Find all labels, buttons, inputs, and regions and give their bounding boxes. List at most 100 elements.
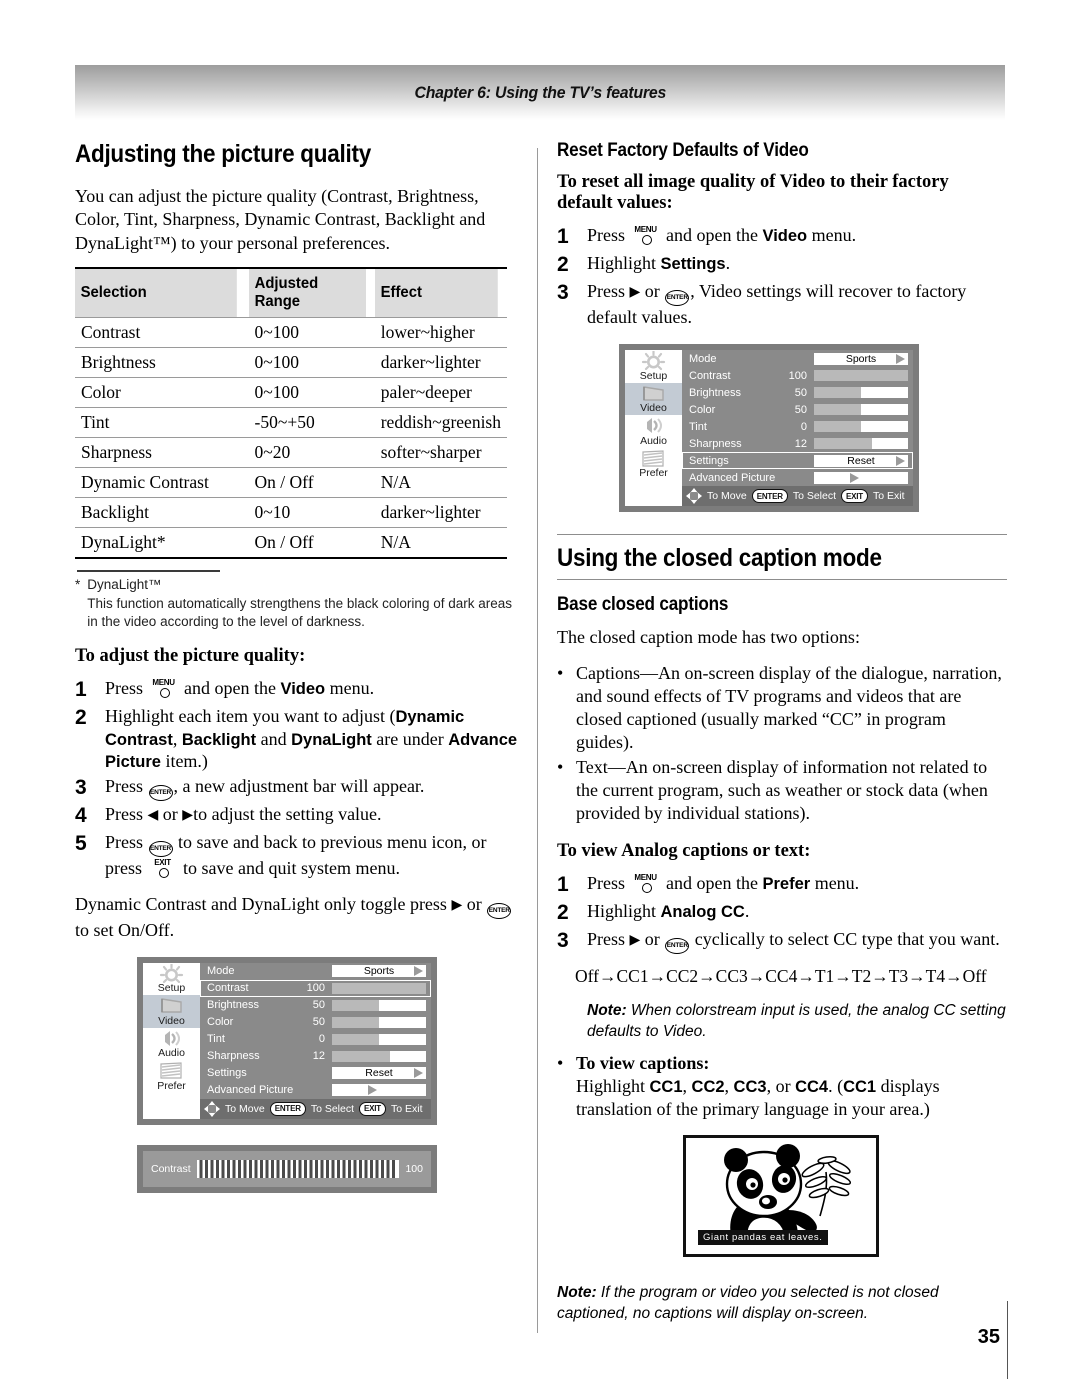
step-3: 3 Press ENTER, a new adjustment bar will… [75, 775, 520, 801]
section-rule-bottom [557, 579, 1007, 581]
osd-combo-text: Reset [365, 1067, 393, 1079]
contrast-bar-ticks[interactable] [196, 1159, 400, 1178]
osd-row-advanced-picture[interactable]: Advanced Picture [682, 469, 913, 486]
step-text: Press ▶ or ENTER cyclically to select CC… [587, 928, 1007, 955]
cell-effect: N/A [374, 467, 507, 499]
step-1: 1 Press MENU and open the Video menu. [75, 677, 520, 703]
column-divider [537, 148, 538, 1333]
osd-slider[interactable] [814, 421, 908, 433]
step-text-lead: Press [105, 775, 148, 796]
osd-slider[interactable] [332, 982, 426, 994]
osd-slider[interactable] [814, 387, 908, 399]
osd-slider[interactable] [814, 370, 908, 382]
column-header-range: Adjusted Range [248, 267, 366, 319]
osd-slider[interactable] [332, 1016, 426, 1028]
step-text-tail: to adjust the setting value. [193, 803, 382, 824]
osd-slider[interactable] [814, 404, 908, 416]
step-conj: or [640, 281, 665, 302]
step-number: 4 [75, 803, 87, 827]
cell-range: 0~20 [248, 437, 375, 469]
note-not-captioned: Note: If the program or video you select… [557, 1283, 1007, 1324]
osd-menu-settings[interactable]: Setup Video Audio Prefer Mode Sports Con… [619, 344, 919, 513]
sidebar-item-label: Prefer [157, 1079, 186, 1092]
osd-row-contrast[interactable]: Contrast 100 [200, 979, 431, 997]
osd-row-mode[interactable]: Mode Sports [682, 350, 913, 367]
osd-row-mode[interactable]: Mode Sports [200, 963, 431, 980]
osd-slider[interactable] [332, 999, 426, 1011]
step-number: 3 [557, 281, 569, 305]
bullet-icon: • [557, 756, 564, 777]
note-colorstream: Note: When colorstream input is used, th… [587, 1001, 1007, 1042]
contrast-adjust-widget[interactable]: Contrast 100 [137, 1144, 437, 1193]
sidebar-item-video[interactable]: Video [625, 382, 682, 416]
osd-slider[interactable] [332, 1033, 426, 1045]
osd-slider[interactable] [332, 1050, 426, 1062]
table-row: DynaLight* On / Off N/A [75, 527, 507, 560]
sidebar-item-audio[interactable]: Audio [625, 415, 682, 448]
osd-row-settings[interactable]: Settings Reset [200, 1065, 431, 1082]
step-conj: or [158, 803, 183, 824]
sidebar-item-setup[interactable]: Setup [143, 962, 200, 996]
step-number: 2 [557, 901, 569, 925]
cell-effect: softer~sharper [374, 437, 507, 469]
osd-footer-exit: To Exit [873, 490, 905, 503]
cell-selection: Sharpness [75, 437, 249, 469]
step-2: 2 Highlight Analog CC. [557, 900, 1007, 926]
osd-combo[interactable] [814, 471, 908, 484]
step-text-lead: Press [105, 678, 148, 699]
cell-effect: darker~lighter [374, 347, 507, 379]
step-text-lead: Press [587, 929, 630, 950]
contrast-adjust-bar[interactable]: Contrast 100 [143, 1150, 431, 1187]
step-text-tail: cyclically to select CC type that you wa… [690, 929, 1000, 950]
sidebar-item-label: Video [640, 402, 667, 415]
osd-combo[interactable]: Sports [332, 965, 426, 977]
cc-lead: The closed caption mode has two options: [557, 627, 860, 648]
osd-row-value: 12 [794, 437, 807, 450]
sidebar-item-label: Prefer [639, 467, 668, 480]
adjust-steps: 1 Press MENU and open the Video menu. 2 … [75, 677, 520, 879]
dpad-icon [204, 1100, 220, 1117]
sidebar-item-video[interactable]: Video [143, 995, 200, 1028]
note-text: If the program or video you selected is … [557, 1284, 939, 1322]
osd-row-settings[interactable]: Settings Reset [682, 452, 913, 470]
osd-footer-select: To Select [310, 1102, 355, 1115]
osd-row-sharpness[interactable]: Sharpness 12 [682, 435, 913, 452]
column-header-effect: Effect [374, 267, 498, 319]
osd-row-color[interactable]: Color 50 [682, 401, 913, 418]
osd-combo[interactable] [332, 1084, 426, 1096]
view-captions-mid: . ( [828, 1076, 844, 1097]
sun-icon [143, 962, 200, 983]
step-text: Press MENU and open the Video menu. [587, 224, 1007, 246]
cell-selection: Backlight [75, 497, 249, 529]
osd-combo[interactable]: Reset [814, 454, 908, 467]
osd-combo[interactable]: Sports [814, 352, 908, 365]
osd-menu-video[interactable]: Setup Video Audio Prefer Mode Sports Con… [137, 956, 437, 1125]
step-emphasis: Prefer [762, 874, 811, 893]
osd-row-label: Advanced Picture [689, 471, 776, 484]
step-emphasis: Settings [660, 255, 726, 274]
osd-row-tint[interactable]: Tint 0 [200, 1031, 431, 1048]
cell-effect: paler~deeper [374, 377, 507, 409]
sidebar-item-prefer[interactable]: Prefer [625, 448, 682, 481]
bullet-text: Text—An on-screen display of information… [576, 756, 988, 823]
left-arrow-icon: ◀ [147, 807, 159, 823]
cell-selection: Dynamic Contrast [75, 467, 249, 499]
chevron-right-icon [414, 966, 423, 976]
osd-row-tint[interactable]: Tint 0 [682, 418, 913, 435]
osd-row-value: 50 [312, 999, 325, 1011]
sidebar-item-audio[interactable]: Audio [143, 1028, 200, 1061]
osd-combo[interactable]: Reset [332, 1067, 426, 1079]
osd-row-advanced-picture[interactable]: Advanced Picture [200, 1082, 431, 1099]
sidebar-item-setup[interactable]: Setup [625, 350, 682, 383]
osd-slider[interactable] [814, 438, 908, 450]
step-text-tail: menu. [325, 678, 375, 699]
step-text: Press ▶ or ENTER, Video settings will re… [587, 280, 1007, 328]
osd-row-brightness[interactable]: Brightness 50 [682, 384, 913, 401]
sidebar-item-prefer[interactable]: Prefer [143, 1060, 200, 1093]
osd-row-sharpness[interactable]: Sharpness 12 [200, 1048, 431, 1065]
osd-row-brightness[interactable]: Brightness 50 [200, 997, 431, 1014]
footnote-text: This function automatically strengthens … [87, 595, 512, 630]
table-body: Contrast 0~100 lower~higher Brightness 0~10… [75, 317, 507, 560]
osd-row-contrast[interactable]: Contrast 100 [682, 367, 913, 384]
osd-row-color[interactable]: Color 50 [200, 1014, 431, 1031]
